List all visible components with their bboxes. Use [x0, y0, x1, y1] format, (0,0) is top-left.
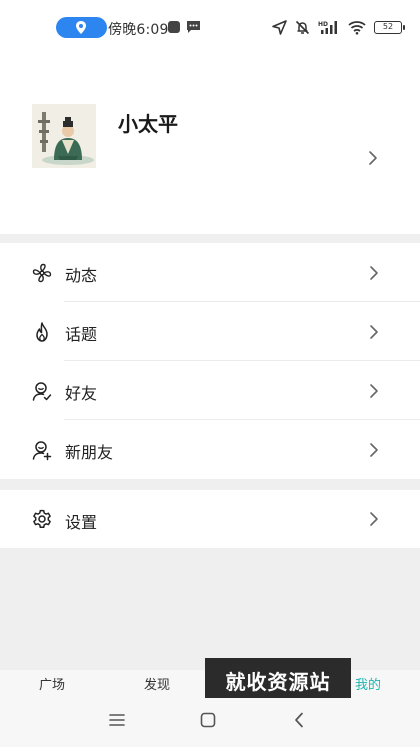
profile-card[interactable]: 小太平 [0, 54, 420, 234]
battery-icon: 52 [374, 20, 405, 34]
chevron-right-icon [370, 384, 378, 398]
status-time: 傍晚6:09 [108, 22, 169, 38]
chevron-right-icon [370, 512, 378, 526]
back-icon[interactable] [293, 712, 305, 728]
svg-text:HD: HD [318, 21, 328, 28]
system-nav-bar [0, 698, 420, 747]
menu-item-friends[interactable]: 好友 [0, 361, 420, 420]
gear-icon [33, 509, 51, 529]
menu-item-label: 话题 [65, 325, 98, 344]
location-icon [76, 21, 86, 34]
status-icons: HD 52 [272, 17, 405, 37]
friend-add-icon [32, 441, 52, 461]
menu-item-topics[interactable]: 话题 [0, 302, 420, 361]
location-pill[interactable] [56, 17, 107, 38]
friend-check-icon [32, 382, 52, 401]
menu-item-moments[interactable]: 动态 [0, 243, 420, 302]
wifi-icon [348, 20, 366, 35]
chevron-right-icon [369, 151, 377, 165]
settings-label: 设置 [65, 513, 98, 532]
pinwheel-icon [32, 263, 52, 283]
chevron-right-icon [370, 325, 378, 339]
mute-bell-icon [295, 20, 310, 34]
status-bar: 傍晚6:09 HD 52 [0, 0, 420, 54]
avatar[interactable] [32, 104, 96, 168]
menu-item-label: 动态 [65, 266, 98, 285]
username: 小太平 [118, 112, 178, 136]
flame-icon [36, 322, 48, 342]
menu-item-label: 好友 [65, 384, 98, 403]
menu-icon[interactable] [109, 712, 125, 728]
menu-list: 动态 话题 好友 新朋友 [0, 243, 420, 479]
menu-item-settings[interactable]: 设置 [0, 490, 420, 548]
tab-mine[interactable]: 我的 [355, 674, 381, 693]
tab-discover[interactable]: 发现 [144, 674, 170, 693]
chevron-right-icon [370, 443, 378, 457]
menu-item-label: 新朋友 [65, 443, 114, 462]
navigation-arrow-icon [272, 19, 287, 35]
home-icon[interactable] [200, 712, 216, 728]
menu-item-new-friends[interactable]: 新朋友 [0, 420, 420, 479]
chat-bubble-icon [187, 21, 200, 33]
tab-square[interactable]: 广场 [39, 674, 65, 693]
avatar-image [32, 104, 96, 168]
hd-signal-icon: HD [318, 20, 337, 34]
chevron-right-icon [370, 266, 378, 280]
app-square-icon [168, 21, 180, 33]
